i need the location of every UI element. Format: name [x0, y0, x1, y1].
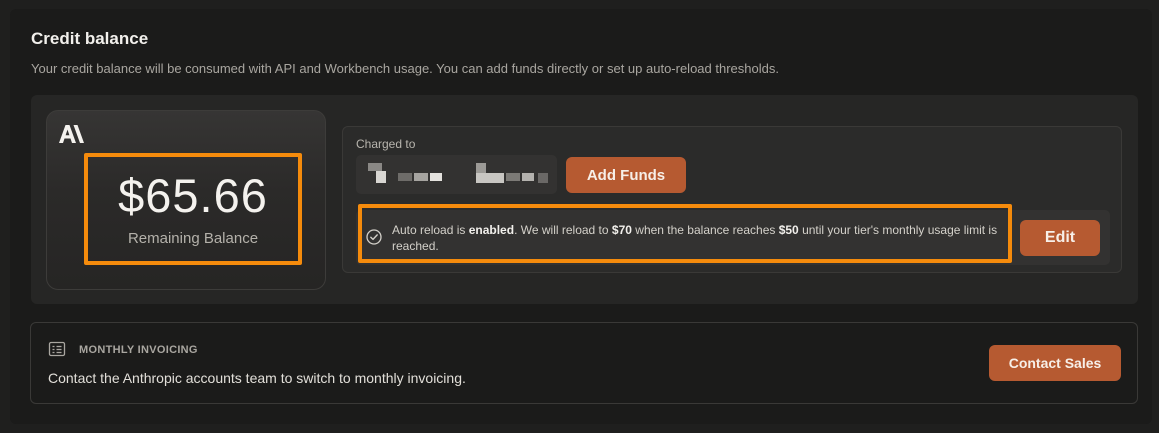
highlight-box-balance: [84, 153, 302, 265]
edit-auto-reload-button[interactable]: Edit: [1020, 220, 1100, 256]
invoice-icon: [48, 341, 66, 357]
add-funds-button[interactable]: Add Funds: [566, 157, 686, 193]
monthly-invoicing-title: MONTHLY INVOICING: [79, 344, 198, 356]
monthly-invoicing-card: [30, 322, 1138, 404]
monthly-invoicing-description: Contact the Anthropic accounts team to s…: [48, 370, 466, 386]
section-title: Credit balance: [31, 29, 149, 48]
anthropic-logo-icon: [59, 125, 84, 143]
charged-to-account-redacted[interactable]: [356, 155, 557, 194]
charged-to-label: Charged to: [356, 137, 416, 151]
highlight-box-auto-reload: [358, 204, 1012, 263]
contact-sales-button[interactable]: Contact Sales: [989, 345, 1121, 381]
section-description: Your credit balance will be consumed wit…: [31, 61, 779, 76]
